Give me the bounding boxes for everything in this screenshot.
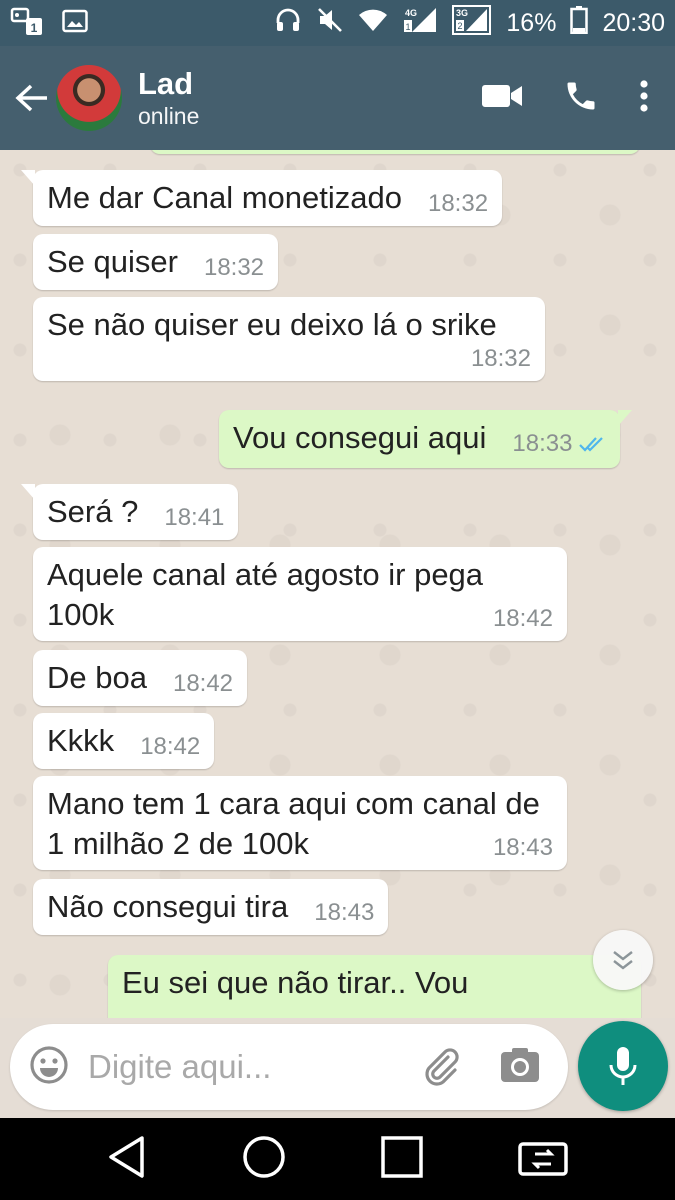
network-4g-label: 4G	[405, 8, 417, 18]
nav-back-button[interactable]	[106, 1134, 148, 1185]
message-input[interactable]	[88, 1048, 408, 1086]
square-recents-icon	[381, 1135, 423, 1178]
message-text: Me dar Canal monetizado	[47, 180, 402, 215]
message-time: 18:32	[427, 190, 489, 217]
triangle-back-icon	[109, 1135, 145, 1178]
message-text: Vou consegui aqui	[233, 420, 487, 455]
video-camera-icon	[482, 84, 522, 107]
svg-text:1: 1	[31, 21, 38, 35]
svg-text:2: 2	[458, 21, 463, 31]
message-text: Se quiser	[47, 244, 178, 279]
phone-icon	[567, 82, 595, 109]
emoji-button[interactable]	[28, 1044, 70, 1091]
circle-home-icon	[243, 1135, 285, 1178]
arrow-left-icon	[15, 84, 47, 112]
message-bubble-partial	[150, 150, 640, 154]
message-text: Eu sei que não tirar.. Vou	[122, 965, 469, 1000]
paperclip-icon	[425, 1047, 459, 1086]
message-text: De boa	[47, 660, 147, 695]
sim-notification-icon: 1	[10, 6, 44, 41]
microphone-icon	[609, 1047, 637, 1085]
nav-switch-button[interactable]	[517, 1136, 569, 1183]
chat-area[interactable]: Me dar Canal monetizado 18:32 Se quiser 18…	[0, 150, 675, 1018]
status-bar: 1 4G 1 3G 2 16% 20:30	[0, 0, 675, 46]
message-time: 18:42	[492, 605, 553, 632]
camera-button[interactable]	[500, 1047, 540, 1088]
clock: 20:30	[602, 8, 665, 37]
message-bubble-outgoing[interactable]: Vou consegui aqui 18:33	[219, 410, 633, 468]
message-bubble-incoming[interactable]: Se não quiser eu deixo lá o srike 18:32	[33, 297, 545, 381]
message-bubble-incoming[interactable]: Kkkk 18:42	[33, 713, 215, 769]
network-3g-label: 3G	[456, 8, 468, 18]
scroll-to-bottom-button[interactable]	[593, 930, 653, 990]
wifi-icon	[358, 8, 388, 39]
message-bubble-incoming[interactable]: De boa 18:42	[33, 650, 248, 706]
camera-icon	[501, 1047, 539, 1082]
voice-call-button[interactable]	[563, 78, 599, 119]
system-navigation-bar	[0, 1118, 675, 1200]
message-time: 18:33	[512, 430, 573, 457]
message-composer	[10, 1024, 568, 1110]
message-bubble-incoming[interactable]: Mano tem 1 cara aqui com canal de 1 milh…	[33, 776, 567, 870]
svg-text:1: 1	[406, 22, 411, 32]
emoji-icon	[30, 1045, 68, 1084]
battery-icon	[570, 5, 589, 41]
attach-button[interactable]	[418, 1043, 462, 1092]
message-bubble-incoming[interactable]: Não consegui tira 18:43	[33, 879, 389, 935]
contact-name: Lad	[138, 66, 194, 101]
message-text: Será ?	[47, 494, 139, 529]
message-bubble-incoming[interactable]: Se quiser 18:32	[33, 234, 279, 290]
headphones-icon	[274, 7, 302, 40]
video-call-button[interactable]	[481, 82, 523, 115]
gallery-notification-icon	[62, 9, 88, 38]
back-button[interactable]	[2, 68, 62, 128]
signal-4g-icon: 4G 1	[402, 6, 438, 41]
message-time: 18:43	[314, 899, 375, 926]
nav-recents-button[interactable]	[380, 1135, 424, 1184]
message-bubble-incoming[interactable]: Será ? 18:41	[20, 484, 239, 540]
message-bubble-outgoing[interactable]: Eu sei que não tirar.. Vou	[108, 955, 641, 1018]
message-time-wrap: 18:33	[512, 430, 606, 460]
message-time: 18:42	[172, 670, 234, 697]
voice-record-button[interactable]	[578, 1021, 668, 1111]
contact-status: online	[138, 103, 200, 129]
message-time: 18:42	[140, 733, 201, 760]
battery-percent: 16%	[506, 8, 557, 37]
kebab-menu-icon	[640, 79, 648, 112]
message-time: 18:32	[203, 254, 265, 281]
chat-header: Lad online	[0, 46, 675, 150]
double-chevron-down-icon	[613, 951, 633, 970]
more-options-button[interactable]	[639, 79, 649, 118]
mute-icon	[316, 6, 344, 41]
nav-home-button[interactable]	[241, 1134, 287, 1185]
message-bubble-incoming[interactable]: Me dar Canal monetizado 18:32	[20, 170, 503, 226]
message-text: Se não quiser eu deixo lá o srike	[47, 307, 497, 342]
message-text: Não consegui tira	[47, 889, 289, 924]
message-time: 18:41	[164, 504, 225, 531]
signal-3g-icon: 3G 2	[452, 4, 492, 42]
screen-switch-icon	[517, 1141, 568, 1176]
avatar[interactable]	[56, 65, 122, 131]
message-time: 18:32	[470, 345, 531, 372]
contact-info[interactable]: Lad online	[138, 66, 199, 130]
message-text: Kkkk	[47, 723, 115, 758]
double-check-icon	[578, 432, 606, 460]
message-bubble-incoming[interactable]: Aquele canal até agosto ir pega 100k 18:…	[33, 547, 567, 641]
